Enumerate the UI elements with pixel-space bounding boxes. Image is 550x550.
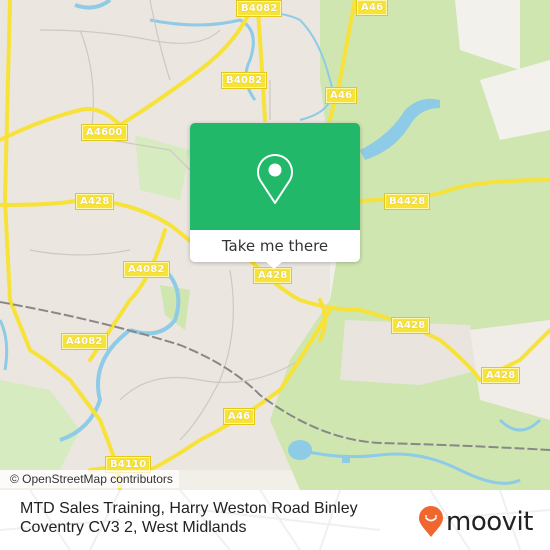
take-me-there-button[interactable]: Take me there — [190, 230, 360, 262]
map-view[interactable]: B4082 A46 B4082 A46 A4600 A428 B4428 A40… — [0, 0, 550, 490]
road-label-a428: A428 — [252, 267, 293, 284]
map-attribution[interactable]: © OpenStreetMap contributors — [0, 470, 179, 488]
location-address: MTD Sales Training, Harry Weston Road Bi… — [20, 500, 358, 536]
road-label-a428: A428 — [74, 193, 115, 210]
road-label-a46: A46 — [324, 87, 358, 104]
road-label-a4082: A4082 — [61, 333, 108, 350]
road-label-a428: A428 — [390, 317, 431, 334]
road-label-a4600: A4600 — [81, 124, 128, 141]
moovit-wordmark: moovit — [446, 507, 533, 537]
road-label-a46: A46 — [222, 408, 256, 425]
map-pin-icon — [257, 154, 293, 204]
footer: MTD Sales Training, Harry Weston Road Bi… — [0, 490, 550, 550]
road-label-a46: A46 — [355, 0, 389, 16]
pond — [288, 440, 312, 460]
popup-pointer — [265, 261, 283, 269]
moovit-pin-icon — [419, 506, 443, 537]
road-label-b4082: B4082 — [235, 0, 283, 17]
pond — [342, 455, 350, 463]
road-label-b4082: B4082 — [220, 72, 268, 89]
popup-header — [190, 123, 360, 230]
road-label-a428: A428 — [480, 367, 521, 384]
moovit-logo[interactable]: moovit — [418, 506, 533, 538]
road-label-a4082: A4082 — [123, 261, 170, 278]
location-popup: Take me there — [190, 123, 360, 269]
road-label-b4428: B4428 — [383, 193, 431, 210]
